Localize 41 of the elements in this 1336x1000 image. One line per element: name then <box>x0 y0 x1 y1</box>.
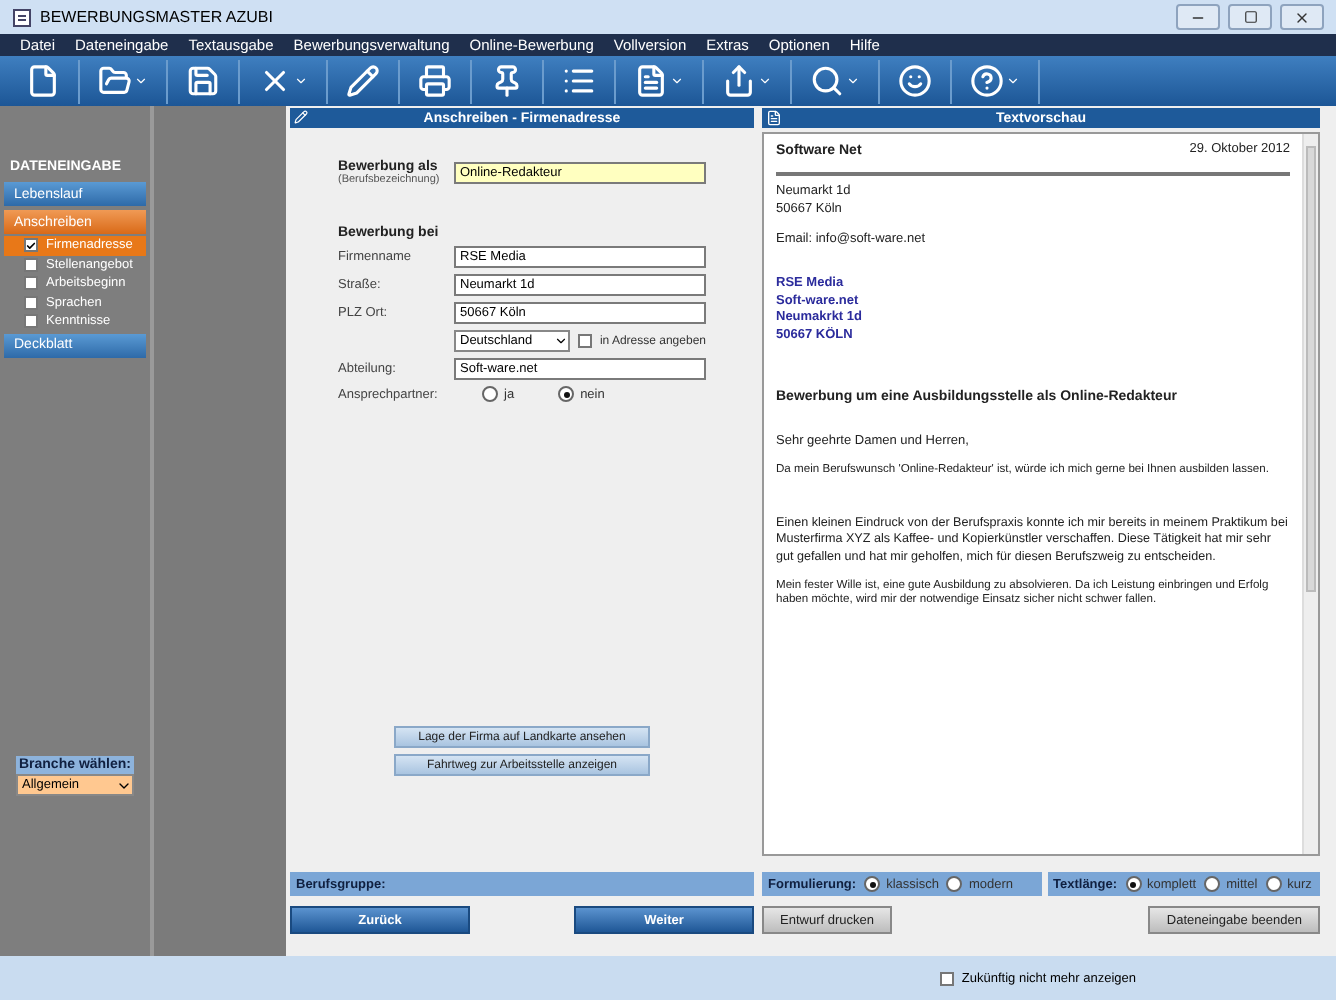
caret-icon <box>846 74 860 88</box>
smiley-icon <box>898 64 932 98</box>
checkbox[interactable] <box>24 295 38 310</box>
pin-icon <box>490 64 524 98</box>
pencil-icon <box>294 110 308 124</box>
save-icon <box>186 64 220 98</box>
list-icon <box>562 64 596 98</box>
checkbox[interactable] <box>939 971 954 985</box>
export-icon <box>722 64 756 98</box>
document-icon <box>766 110 782 126</box>
checkbox[interactable] <box>24 238 38 253</box>
search-icon <box>810 64 844 98</box>
printer-icon <box>418 64 452 98</box>
radio-button[interactable] <box>1265 876 1282 892</box>
close-button[interactable] <box>1280 4 1324 30</box>
close-icon <box>1294 9 1310 25</box>
radio-button[interactable] <box>1204 876 1221 892</box>
radio-button[interactable] <box>482 386 498 402</box>
folder-icon <box>98 64 132 98</box>
radio-button[interactable] <box>558 386 575 402</box>
scrollbar[interactable] <box>1302 134 1318 854</box>
document-icon <box>26 64 60 98</box>
help-icon <box>970 64 1004 98</box>
window-title: BEWERBUNGSMASTER AZUBI <box>40 8 275 26</box>
caret-icon <box>758 74 772 88</box>
app-icon <box>12 7 32 27</box>
checkbox[interactable] <box>24 276 38 291</box>
radio-button[interactable] <box>864 876 881 892</box>
caret-icon <box>1006 74 1020 88</box>
checkbox[interactable] <box>577 334 592 348</box>
checkbox[interactable] <box>24 314 38 329</box>
caret-icon <box>294 74 308 88</box>
pencil-icon <box>346 64 380 98</box>
maximize-icon <box>1243 10 1257 24</box>
checkbox[interactable] <box>24 257 38 272</box>
caret-icon <box>134 74 148 88</box>
radio-button[interactable] <box>946 876 963 892</box>
maximize-button[interactable] <box>1228 4 1272 30</box>
radio-button[interactable] <box>1125 876 1142 892</box>
caret-icon <box>553 334 568 348</box>
caret-icon <box>670 74 684 88</box>
